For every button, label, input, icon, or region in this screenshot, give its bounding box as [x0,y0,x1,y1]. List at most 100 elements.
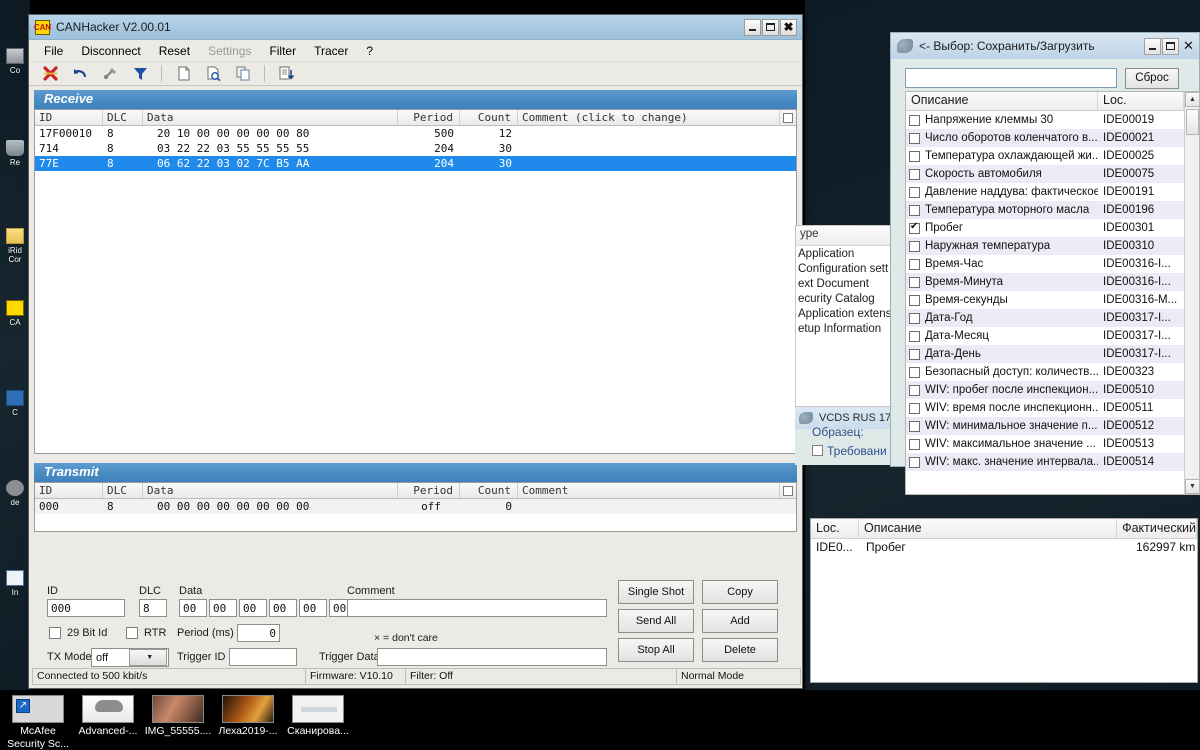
dialog-grid[interactable]: Описание Loc. Напряжение клеммы 30 IDE00… [905,91,1200,495]
filter-icon[interactable] [125,63,155,85]
list-item[interactable]: Время-Минута IDE00316-I... [906,273,1199,291]
table-row[interactable]: IDE0... Пробег 162997 km [811,539,1197,557]
list-item[interactable]: Скорость автомобиля IDE00075 [906,165,1199,183]
taskbar-item-lexa[interactable]: Леха2019-... [210,695,286,738]
row-checkbox[interactable] [909,331,920,342]
row-checkbox[interactable] [909,313,920,324]
col-period[interactable]: Period [398,483,460,498]
desktop-icon-folder[interactable]: iRidCor [0,228,30,264]
requirement-checkbox[interactable] [812,445,823,456]
col-data[interactable]: Data [143,110,398,125]
list-item[interactable]: Температура моторного масла IDE00196 [906,201,1199,219]
stop-all-button[interactable]: Stop All [618,638,694,662]
col-actual[interactable]: Фактический [1117,519,1197,538]
new-file-icon[interactable] [168,63,198,85]
row-checkbox[interactable] [909,367,920,378]
close-icon[interactable]: ✖ [780,19,797,36]
table-row-selected[interactable]: 77E 8 06 62 22 03 02 7C B5 AA 204 30 [35,156,796,171]
list-item[interactable]: Безопасный доступ: количеств... IDE00323 [906,363,1199,381]
data-byte-1[interactable]: 00 [209,599,237,617]
list-item[interactable]: ext Document [796,276,902,291]
row-checkbox[interactable] [909,259,920,270]
list-item[interactable]: Число оборотов коленчатого в... IDE00021 [906,129,1199,147]
desktop-icon-recycle[interactable]: Re [0,140,30,167]
list-item[interactable]: Пробег IDE00301 [906,219,1199,237]
list-item[interactable]: etup Information [796,321,902,336]
list-item[interactable]: Дата-Год IDE00317-I... [906,309,1199,327]
trigger-id-input[interactable] [229,648,297,666]
add-button[interactable]: Add [702,609,778,633]
grid-options-icon[interactable] [780,483,796,498]
background-file-type-list[interactable]: ype Application Configuration sett ext D… [795,225,903,407]
dialog-titlebar[interactable]: <- Выбор: Сохранить/Загрузить ✕ [891,33,1199,59]
col-loc[interactable]: Loc. [811,519,859,538]
desktop-icon-doc[interactable]: In [0,570,30,597]
receive-grid[interactable]: ID DLC Data Period Count Comment (click … [34,109,797,454]
col-description[interactable]: Описание [859,519,1117,538]
list-item[interactable]: Дата-Месяц IDE00317-I... [906,327,1199,345]
requirement-checkbox-row[interactable]: Требовани [812,444,887,458]
maximize-button[interactable] [762,19,779,36]
menu-tracer[interactable]: Tracer [305,42,357,60]
desktop-icon-canhacker[interactable]: CA [0,300,30,327]
search-input[interactable] [905,68,1117,88]
list-item[interactable]: WIV: максимальное значение ... IDE00513 [906,435,1199,453]
taskbar-item-img[interactable]: IMG_55555.... [140,695,216,738]
desktop-icon-shortcut[interactable]: C [0,390,30,417]
taskbar-item-mcafee[interactable]: ↗ McAfeeSecurity Sc... [0,695,76,750]
col-period[interactable]: Period [398,110,460,125]
dialog-maximize-button[interactable] [1162,38,1179,55]
copy-icon[interactable] [228,63,258,85]
col-description[interactable]: Описание [906,92,1098,110]
list-item[interactable]: Дата-День IDE00317-I... [906,345,1199,363]
list-item[interactable]: Время-секунды IDE00316-M... [906,291,1199,309]
row-checkbox[interactable] [909,187,920,198]
row-checkbox[interactable] [909,439,920,450]
menu-help[interactable]: ? [357,42,382,60]
send-all-button[interactable]: Send All [618,609,694,633]
table-row[interactable]: 714 8 03 22 22 03 55 55 55 55 204 30 [35,141,796,156]
row-checkbox[interactable] [909,241,920,252]
chevron-down-icon[interactable]: ▼ [129,649,168,666]
29bit-checkbox[interactable] [49,627,61,639]
cell-comment[interactable] [518,499,796,514]
col-data[interactable]: Data [143,483,398,498]
list-item[interactable]: WIV: пробег после инспекцион... IDE00510 [906,381,1199,399]
export-log-icon[interactable] [271,63,301,85]
table-row[interactable]: 17F00010 8 20 10 00 00 00 00 00 80 500 1… [35,126,796,141]
reset-button[interactable]: Сброс [1125,68,1179,89]
row-checkbox[interactable] [909,295,920,306]
clear-icon[interactable] [35,63,65,85]
undo-icon[interactable] [65,63,95,85]
row-checkbox[interactable] [909,151,920,162]
inspect-file-icon[interactable] [198,63,228,85]
comment-input[interactable] [347,599,607,617]
transmit-grid[interactable]: ID DLC Data Period Count Comment 000 8 0… [34,482,797,532]
desktop-icon-computer[interactable]: Co [0,48,30,75]
row-checkbox[interactable] [909,277,920,288]
dialog-close-icon[interactable]: ✕ [1180,38,1197,55]
id-input[interactable]: 000 [47,599,125,617]
row-checkbox[interactable] [909,403,920,414]
list-item[interactable]: WIV: время после инспекционн... IDE00511 [906,399,1199,417]
data-byte-4[interactable]: 00 [299,599,327,617]
data-byte-3[interactable]: 00 [269,599,297,617]
scrollbar-thumb[interactable] [1186,109,1199,135]
row-checkbox[interactable] [909,349,920,360]
cell-comment[interactable] [518,126,796,141]
row-checkbox[interactable] [909,205,920,216]
list-item[interactable]: ecurity Catalog [796,291,902,306]
list-item[interactable]: Время-Час IDE00316-I... [906,255,1199,273]
row-checkbox[interactable] [909,133,920,144]
list-item[interactable]: WIV: минимальное значение п... IDE00512 [906,417,1199,435]
col-count[interactable]: Count [460,483,518,498]
dialog-scrollbar[interactable]: ▲ ▼ [1184,92,1199,494]
row-checkbox-checked[interactable] [909,223,920,234]
list-item[interactable]: Configuration sett [796,261,902,276]
col-dlc[interactable]: DLC [103,110,143,125]
copy-button[interactable]: Copy [702,580,778,604]
cell-comment[interactable] [518,156,796,171]
row-checkbox[interactable] [909,385,920,396]
menu-reset[interactable]: Reset [150,42,199,60]
rtr-checkbox[interactable] [126,627,138,639]
